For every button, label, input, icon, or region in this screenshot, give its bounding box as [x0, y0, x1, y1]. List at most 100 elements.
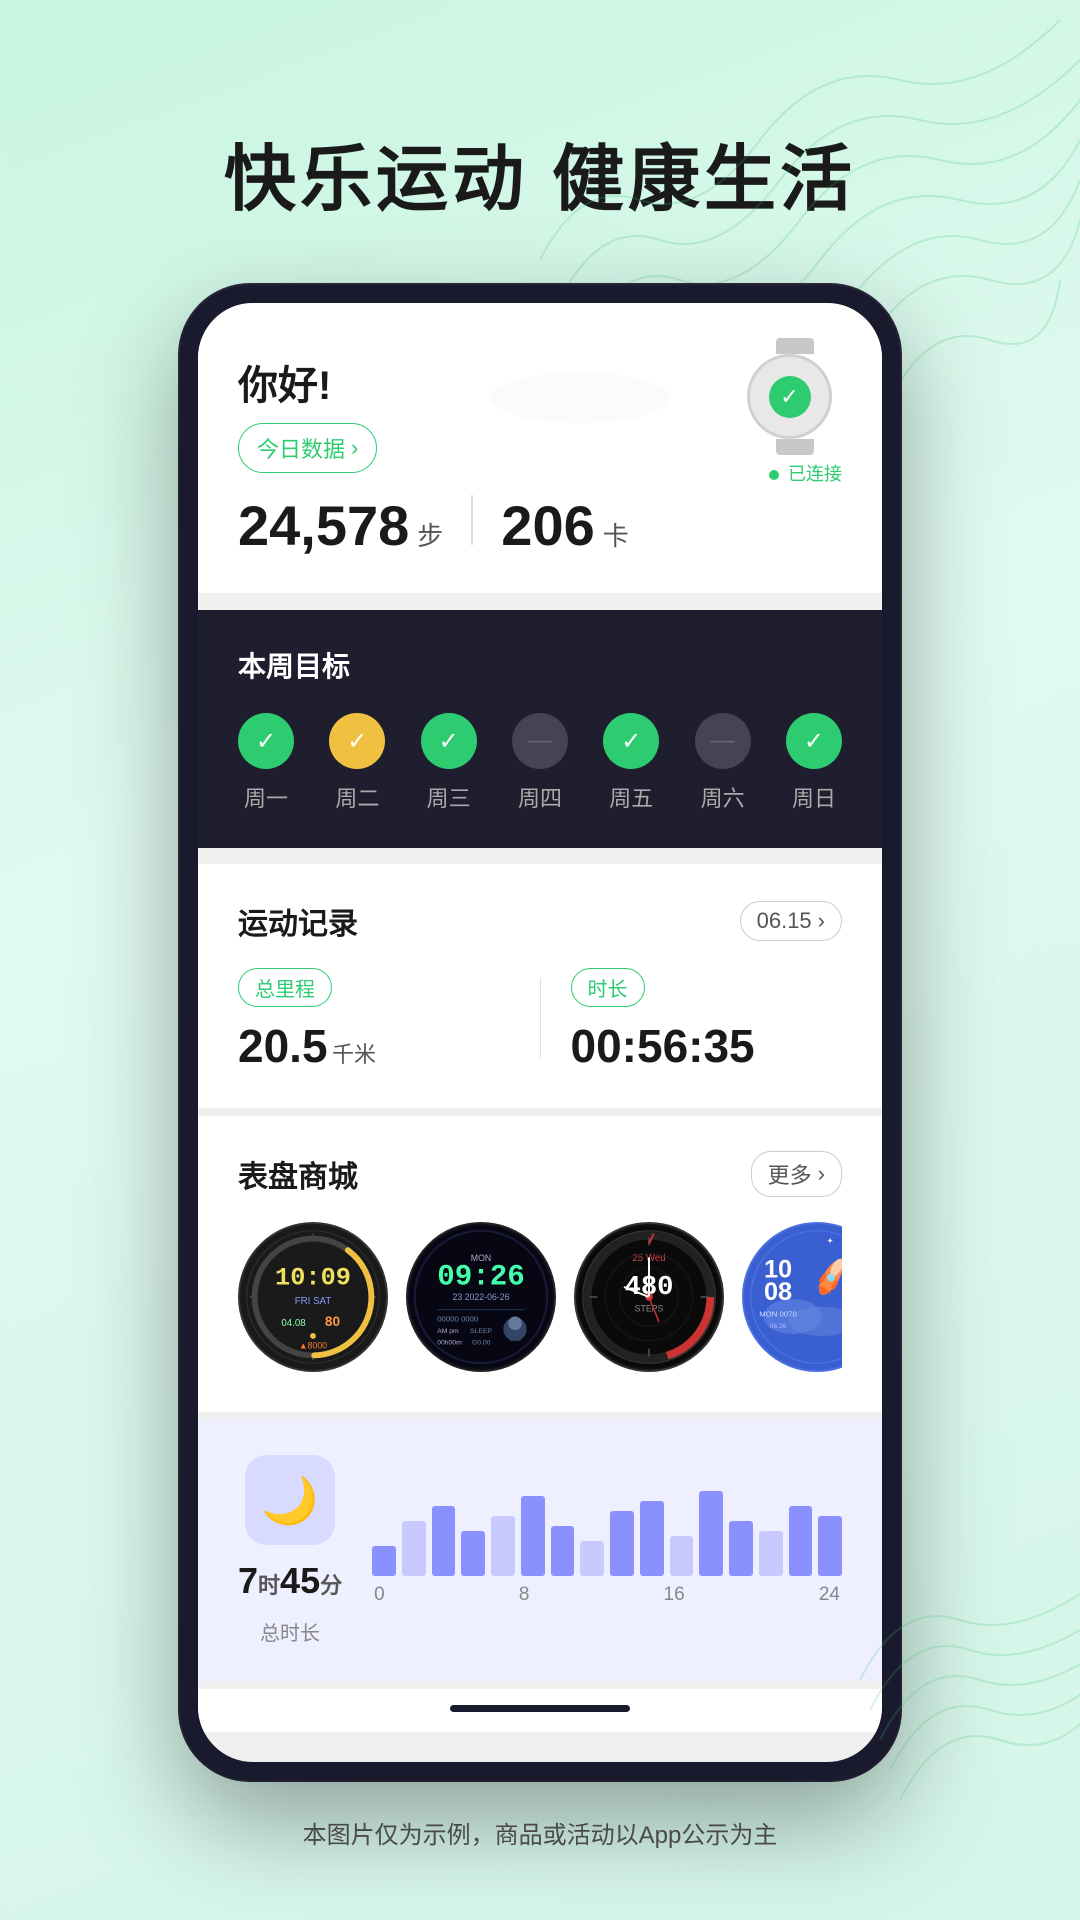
watch-face-3[interactable]: 25 Wed 480 STEPS — [574, 1222, 724, 1372]
day-circle-sunday: ✓ — [786, 713, 842, 769]
steps-value: 24,578 — [238, 493, 409, 558]
svg-text:04.08: 04.08 — [281, 1318, 305, 1329]
watch-store-section: 表盘商城 更多 › — [198, 1116, 882, 1412]
day-label-tuesday: 周二 — [335, 781, 379, 813]
day-circle-thursday: — — [512, 713, 568, 769]
svg-text:10:09: 10:09 — [275, 1263, 351, 1292]
duration-label: 时长 — [571, 968, 645, 1007]
svg-text:FRI SAT: FRI SAT — [295, 1296, 332, 1307]
connected-dot — [769, 470, 779, 480]
home-bar — [450, 1705, 630, 1712]
svg-text:06.26: 06.26 — [770, 1323, 787, 1330]
day-circle-monday: ✓ — [238, 713, 294, 769]
connected-label: 已连接 — [788, 464, 842, 484]
sleep-bar-10 — [670, 1536, 694, 1576]
sleep-bar-11 — [699, 1491, 723, 1576]
store-section-header: 表盘商城 更多 › — [238, 1151, 842, 1197]
steps-unit: 步 — [417, 516, 443, 553]
svg-text:MON 0070: MON 0070 — [759, 1309, 797, 1318]
sleep-bar-6 — [551, 1526, 575, 1576]
day-circle-wednesday: ✓ — [421, 713, 477, 769]
phone-frame: 你好! 今日数据 › ✓ 已连接 — [180, 285, 900, 1780]
watch-face-4[interactable]: 10 08 MON 0070 06.26 ✦ ✦ · — [742, 1222, 842, 1372]
day-item-wednesday: ✓ 周三 — [421, 713, 477, 813]
distance-stat: 总里程 20.5 千米 — [238, 968, 510, 1073]
distance-value: 20.5 — [238, 1020, 328, 1072]
svg-text:✦: ✦ — [827, 1236, 834, 1245]
footer-text: 本图片仅为示例，商品或活动以App公示为主 — [0, 1780, 1080, 1900]
day-item-tuesday: ✓ 周二 — [329, 713, 385, 813]
today-data-button[interactable]: 今日数据 › — [238, 423, 377, 473]
connected-status-text: 已连接 — [747, 460, 842, 486]
day-label-sunday: 周日 — [792, 781, 836, 813]
watch-faces-row: 10:09 FRI SAT 04.08 80 ▲8000 — [238, 1222, 842, 1372]
watch-connected-check: ✓ — [769, 376, 811, 418]
sleep-bar-4 — [491, 1516, 515, 1576]
svg-text:▲8000: ▲8000 — [299, 1341, 327, 1351]
sleep-axis-0: 0 — [374, 1584, 385, 1606]
sleep-duration-text: 7时45分 — [238, 1560, 342, 1602]
calories-stat: 206 卡 — [501, 493, 628, 558]
svg-text:09:26: 09:26 — [437, 1260, 525, 1293]
today-btn-label: 今日数据 — [257, 432, 345, 464]
svg-text:SLEEP: SLEEP — [470, 1328, 492, 1335]
exercise-section-header: 运动记录 06.15 › — [238, 899, 842, 943]
day-circle-tuesday: ✓ — [329, 713, 385, 769]
calories-unit: 卡 — [603, 516, 629, 553]
sleep-bar-1 — [402, 1521, 426, 1576]
weekly-title: 本周目标 — [238, 645, 842, 685]
exercise-date: 06.15 — [757, 908, 812, 934]
exercise-stats-row: 总里程 20.5 千米 时长 00:56:35 — [238, 968, 842, 1073]
sleep-bar-0 — [372, 1546, 396, 1576]
sleep-bar-5 — [521, 1496, 545, 1576]
watch-face-1[interactable]: 10:09 FRI SAT 04.08 80 ▲8000 — [238, 1222, 388, 1372]
weekly-goals-section: 本周目标 ✓ 周一 ✓ 周二 ✓ 周三 — [198, 610, 882, 848]
day-label-monday: 周一 — [244, 781, 288, 813]
svg-text:STEPS: STEPS — [635, 1304, 664, 1314]
stats-row: 24,578 步 206 卡 — [238, 493, 842, 558]
distance-value-row: 20.5 千米 — [238, 1019, 510, 1073]
sleep-icon-container: 🌙 — [245, 1455, 335, 1545]
sleep-bar-9 — [640, 1501, 664, 1576]
duration-value: 00:56:35 — [571, 1020, 755, 1072]
watch-status-icon[interactable]: ✓ 已连接 — [747, 338, 842, 453]
day-item-friday: ✓ 周五 — [603, 713, 659, 813]
more-arrow: › — [818, 1161, 825, 1187]
calories-value: 206 — [501, 493, 594, 558]
home-indicator — [198, 1689, 882, 1732]
days-row: ✓ 周一 ✓ 周二 ✓ 周三 — — [238, 713, 842, 813]
svg-text:AM pm: AM pm — [437, 1328, 459, 1335]
svg-text:00h00m: 00h00m — [437, 1340, 462, 1347]
sleep-icon: 🌙 — [261, 1473, 318, 1528]
sleep-axis-16: 16 — [664, 1584, 685, 1606]
sleep-bar-2 — [432, 1506, 456, 1576]
svg-text:⊙0.00: ⊙0.00 — [472, 1340, 491, 1347]
day-label-friday: 周五 — [609, 781, 653, 813]
sleep-bar-8 — [610, 1511, 634, 1576]
store-more-button[interactable]: 更多 › — [751, 1151, 842, 1197]
bird-decoration — [480, 358, 680, 443]
app-content: 你好! 今日数据 › ✓ 已连接 — [198, 303, 882, 1762]
more-label: 更多 — [768, 1158, 812, 1190]
sleep-hours: 7时45分 — [238, 1560, 342, 1601]
watch-face-2[interactable]: MON 09:26 23 2022-06-26 00000 0000 AM pm… — [406, 1222, 556, 1372]
watch-strap-top — [776, 338, 814, 354]
watch-face-icon: ✓ — [747, 354, 832, 439]
day-circle-friday: ✓ — [603, 713, 659, 769]
sleep-bar-14 — [789, 1506, 813, 1576]
duration-value-row: 00:56:35 — [571, 1019, 843, 1073]
watch-strap-bottom — [776, 439, 814, 455]
svg-text:00000 0000: 00000 0000 — [437, 1314, 479, 1323]
exercise-date-badge[interactable]: 06.15 › — [740, 901, 842, 941]
today-btn-arrow: › — [351, 435, 358, 461]
page-headline: 快乐运动 健康生活 — [0, 0, 1080, 285]
sleep-bar-12 — [729, 1521, 753, 1576]
day-circle-saturday: — — [695, 713, 751, 769]
day-item-saturday: — 周六 — [695, 713, 751, 813]
sleep-axis-24: 24 — [819, 1584, 840, 1606]
exercise-title: 运动记录 — [238, 899, 358, 943]
svg-text:80: 80 — [325, 1314, 341, 1329]
sleep-chart: 0 8 16 24 — [372, 1496, 842, 1606]
day-label-saturday: 周六 — [701, 781, 745, 813]
stats-divider — [471, 495, 473, 545]
